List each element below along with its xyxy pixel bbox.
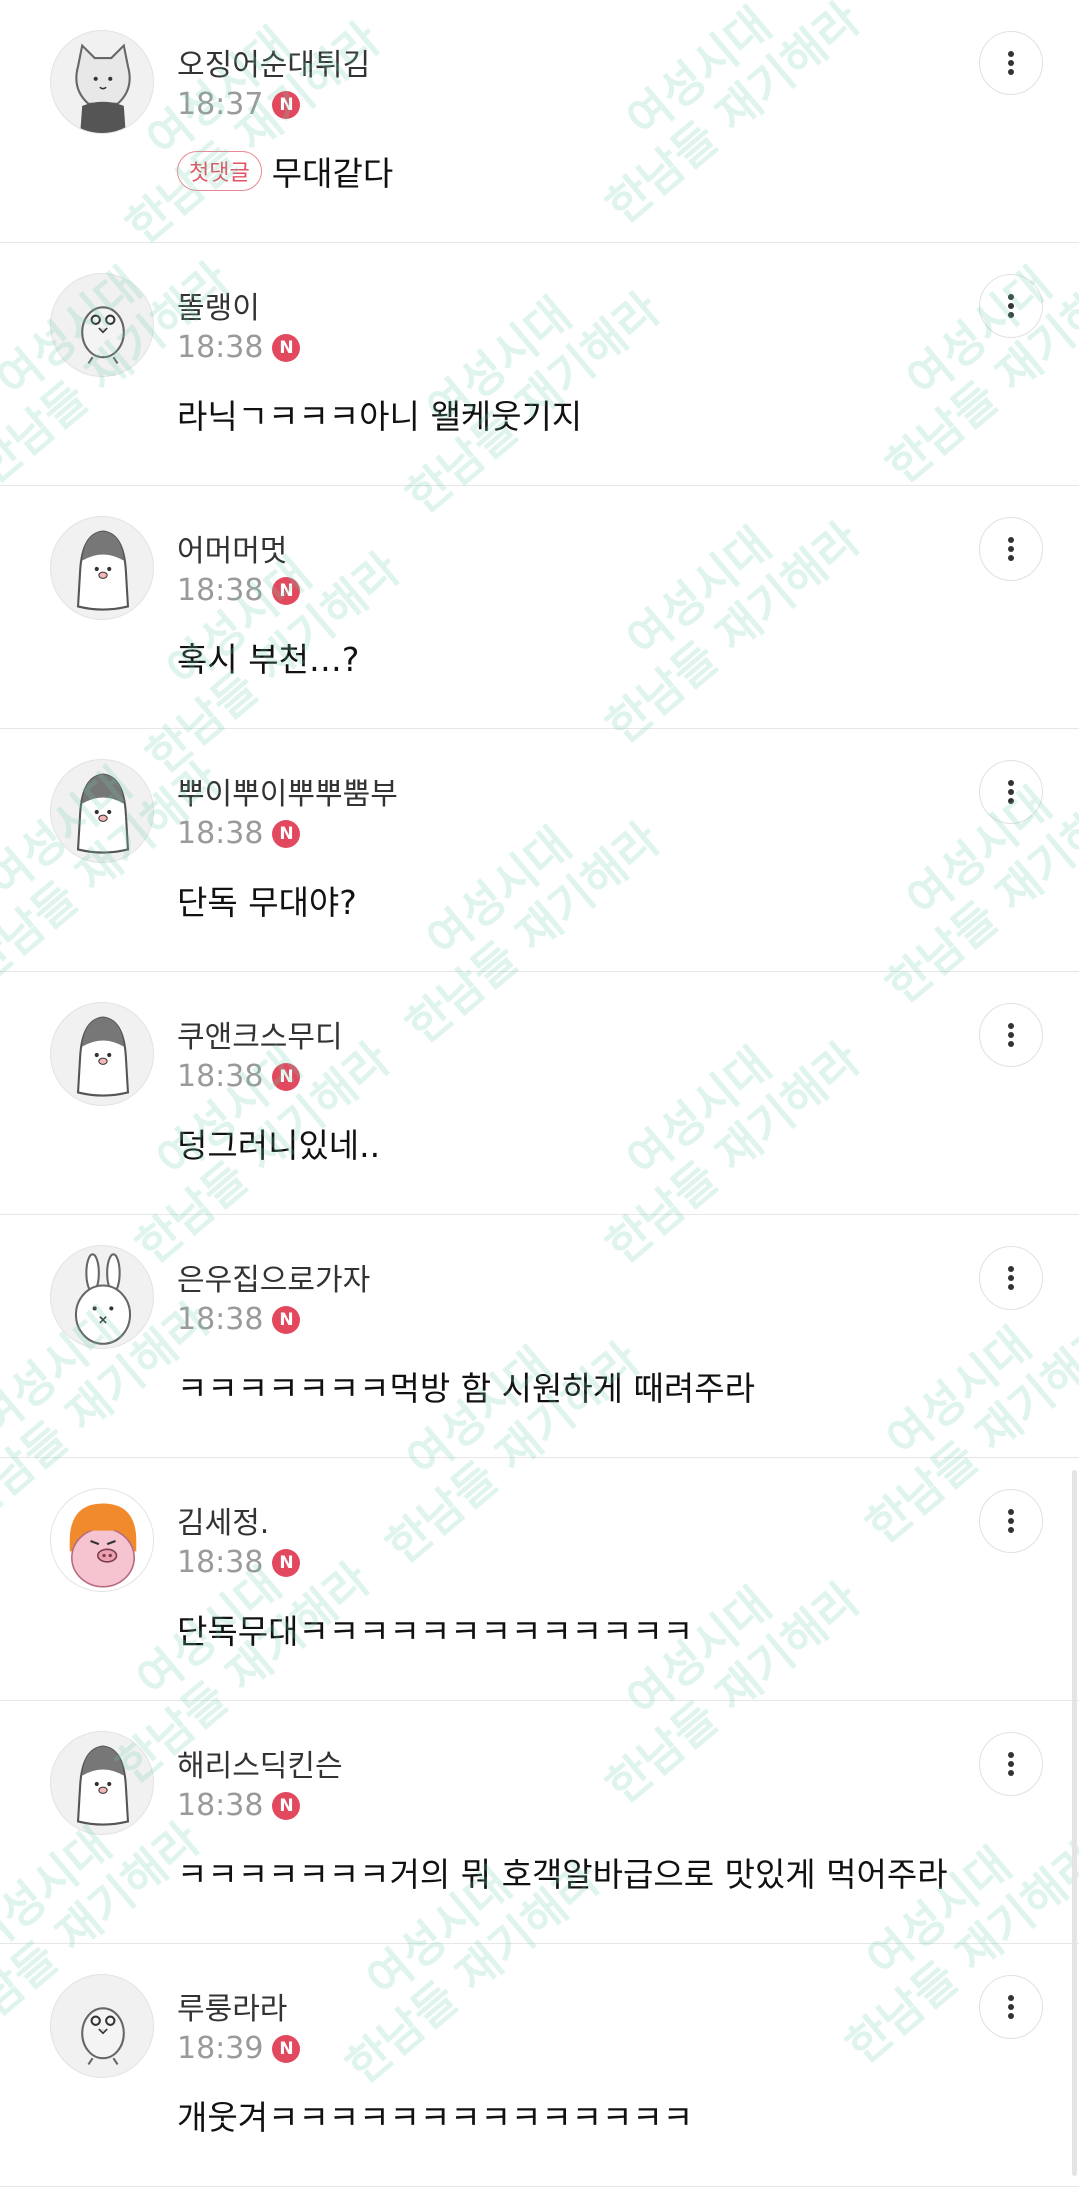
timestamp: 18:38 [177,1059,264,1094]
more-vertical-icon [1007,293,1015,319]
comment-item: 은우집으로가자 18:38 N ㅋㅋㅋㅋㅋㅋㅋ먹방 함 시원하게 때려주라 [0,1215,1079,1458]
comment-text: 무대같다 [271,154,394,193]
nickname[interactable]: 뿌이뿌이뿌뿌뿜부 [177,769,398,813]
more-vertical-icon [1007,1994,1015,2020]
comment-item: 뿌이뿌이뿌뿌뿜부 18:38 N 단독 무대야? [0,729,1079,972]
new-badge-icon: N [272,1305,301,1334]
new-badge-icon: N [272,819,301,848]
first-comment-badge: 첫댓글 [177,151,262,191]
nickname[interactable]: 은우집으로가자 [177,1255,370,1299]
new-badge-icon: N [272,90,301,119]
new-badge-icon: N [272,1548,301,1577]
more-vertical-icon [1007,1508,1015,1534]
comment-item: 김세정. 18:38 N 단독무대ㅋㅋㅋㅋㅋㅋㅋㅋㅋㅋㅋㅋㅋ [0,1458,1079,1701]
comment-body: 라닉ㄱㅋㅋㅋ아니 왤케웃기지 [177,390,582,438]
comment-text: 단독 무대야? [177,883,357,922]
time-row: 18:38 N [177,1059,301,1094]
time-row: 18:38 N [177,1302,301,1337]
nickname[interactable]: 쿠앤크스무디 [177,1012,343,1056]
new-badge-icon: N [272,1791,301,1820]
more-vertical-icon [1007,1265,1015,1291]
timestamp: 18:37 [177,87,264,122]
more-options-button[interactable] [979,1003,1043,1067]
time-row: 18:37 N [177,87,301,122]
nickname[interactable]: 어머머멋 [177,526,287,570]
timestamp: 18:39 [177,2031,264,2066]
comment-text: 혹시 부천…? [177,640,360,679]
comment-text: ㅋㅋㅋㅋㅋㅋㅋ거의 뭐 호객알바급으로 맛있게 먹어주라 [177,1855,948,1894]
more-vertical-icon [1007,779,1015,805]
more-options-button[interactable] [979,1975,1043,2039]
more-options-button[interactable] [979,517,1043,581]
nickname[interactable]: 오징어순대튀김 [177,40,370,84]
nickname[interactable]: 똘랭이 [177,283,260,327]
comment-body: 단독 무대야? [177,876,357,924]
new-badge-icon: N [272,1062,301,1091]
time-row: 18:38 N [177,573,301,608]
comment-list: 오징어순대튀김 18:37 N 첫댓글 무대같다 똘랭이 18:38 N 라닉ㄱ… [0,0,1079,2187]
penguin-avatar[interactable] [50,1731,154,1835]
time-row: 18:38 N [177,330,301,365]
comment-text: 개웃겨ㅋㅋㅋㅋㅋㅋㅋㅋㅋㅋㅋㅋㅋㅋ [177,2098,694,2137]
comment-text: 라닉ㄱㅋㅋㅋ아니 왤케웃기지 [177,397,583,436]
comment-body: 첫댓글 무대같다 [177,147,393,195]
comment-text: 덩그러니있네.. [177,1126,381,1165]
bird-avatar[interactable] [50,1974,154,2078]
comment-text: ㅋㅋㅋㅋㅋㅋㅋ먹방 함 시원하게 때려주라 [177,1369,755,1408]
more-options-button[interactable] [979,274,1043,338]
rabbit-avatar[interactable] [50,1245,154,1349]
new-badge-icon: N [272,333,301,362]
timestamp: 18:38 [177,573,264,608]
more-vertical-icon [1007,536,1015,562]
penguin-avatar[interactable] [50,759,154,863]
more-vertical-icon [1007,50,1015,76]
more-vertical-icon [1007,1751,1015,1777]
comment-item: 오징어순대튀김 18:37 N 첫댓글 무대같다 [0,0,1079,243]
nickname[interactable]: 해리스딕킨슨 [177,1741,343,1785]
new-badge-icon: N [272,576,301,605]
more-vertical-icon [1007,1022,1015,1048]
new-badge-icon: N [272,2034,301,2063]
time-row: 18:38 N [177,1788,301,1823]
timestamp: 18:38 [177,1788,264,1823]
comment-body: ㅋㅋㅋㅋㅋㅋㅋ거의 뭐 호객알바급으로 맛있게 먹어주라 [177,1848,948,1896]
comment-text: 단독무대ㅋㅋㅋㅋㅋㅋㅋㅋㅋㅋㅋㅋㅋ [177,1612,694,1651]
comment-item: 루룽라라 18:39 N 개웃겨ㅋㅋㅋㅋㅋㅋㅋㅋㅋㅋㅋㅋㅋㅋ [0,1944,1079,2187]
more-options-button[interactable] [979,31,1043,95]
comment-item: 어머머멋 18:38 N 혹시 부천…? [0,486,1079,729]
time-row: 18:38 N [177,816,301,851]
cat-avatar[interactable] [50,30,154,134]
comment-item: 쿠앤크스무디 18:38 N 덩그러니있네.. [0,972,1079,1215]
nickname[interactable]: 루룽라라 [177,1984,287,2028]
penguin-avatar[interactable] [50,1002,154,1106]
bird-avatar[interactable] [50,273,154,377]
timestamp: 18:38 [177,1302,264,1337]
more-options-button[interactable] [979,1732,1043,1796]
comment-item: 똘랭이 18:38 N 라닉ㄱㅋㅋㅋ아니 왤케웃기지 [0,243,1079,486]
scrollbar[interactable] [1072,1470,1077,2176]
timestamp: 18:38 [177,330,264,365]
comment-body: 혹시 부천…? [177,633,359,681]
comment-item: 해리스딕킨슨 18:38 N ㅋㅋㅋㅋㅋㅋㅋ거의 뭐 호객알바급으로 맛있게 먹… [0,1701,1079,1944]
comment-body: 단독무대ㅋㅋㅋㅋㅋㅋㅋㅋㅋㅋㅋㅋㅋ [177,1605,693,1653]
comment-body: 개웃겨ㅋㅋㅋㅋㅋㅋㅋㅋㅋㅋㅋㅋㅋㅋ [177,2091,693,2139]
more-options-button[interactable] [979,1489,1043,1553]
time-row: 18:38 N [177,1545,301,1580]
more-options-button[interactable] [979,760,1043,824]
pig-avatar[interactable] [50,1488,154,1592]
comment-body: 덩그러니있네.. [177,1119,380,1167]
timestamp: 18:38 [177,1545,264,1580]
more-options-button[interactable] [979,1246,1043,1310]
timestamp: 18:38 [177,816,264,851]
comment-body: ㅋㅋㅋㅋㅋㅋㅋ먹방 함 시원하게 때려주라 [177,1362,755,1410]
penguin-avatar[interactable] [50,516,154,620]
nickname[interactable]: 김세정. [177,1498,269,1542]
time-row: 18:39 N [177,2031,301,2066]
